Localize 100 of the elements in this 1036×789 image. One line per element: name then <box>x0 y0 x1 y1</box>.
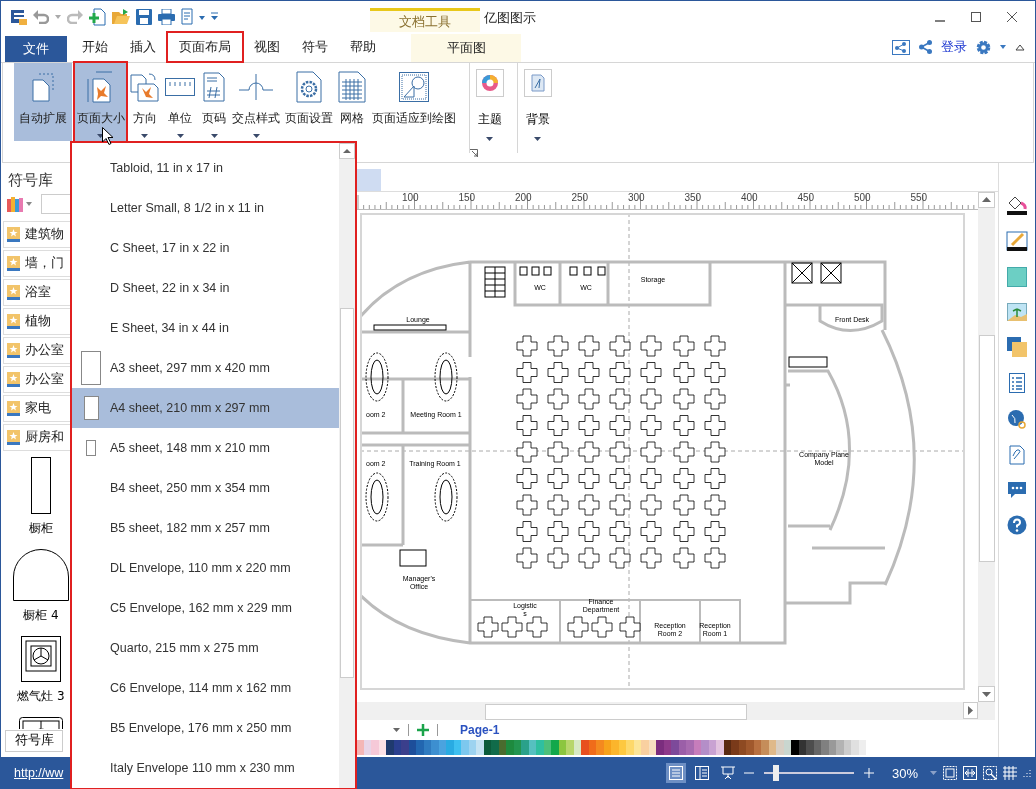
slider-thumb[interactable] <box>772 765 779 781</box>
fit-width-icon[interactable] <box>963 766 977 780</box>
page-size-option[interactable]: Tabloid, 11 in x 17 in <box>72 148 339 188</box>
open-folder-icon[interactable] <box>112 8 130 25</box>
color-swatch[interactable] <box>776 740 784 755</box>
color-swatch[interactable] <box>468 740 476 755</box>
menu-tab[interactable]: 开始 <box>71 34 119 60</box>
save-icon[interactable] <box>136 8 152 25</box>
color-swatch[interactable] <box>618 740 626 755</box>
menu-scrollbar[interactable] <box>339 143 355 788</box>
color-swatch[interactable] <box>671 740 679 755</box>
print-icon[interactable] <box>158 8 175 25</box>
color-swatch[interactable] <box>858 740 866 755</box>
add-page-icon[interactable] <box>417 724 429 736</box>
color-swatch[interactable] <box>626 740 634 755</box>
color-swatch[interactable] <box>551 740 559 755</box>
picture-icon[interactable] <box>1007 303 1027 321</box>
grid-icon[interactable] <box>1003 766 1017 780</box>
vertical-scrollbar[interactable] <box>978 192 995 720</box>
page-size-option[interactable]: C5 Envelope, 162 mm x 229 mm <box>72 588 339 628</box>
menu-tab[interactable]: 页面布局 <box>167 32 243 62</box>
color-swatch[interactable] <box>821 740 829 755</box>
zoom-search-icon[interactable] <box>983 766 997 780</box>
color-swatch[interactable] <box>446 740 454 755</box>
page-size-option[interactable]: C Sheet, 17 in x 22 in <box>72 228 339 268</box>
ribbon-button[interactable]: 背景 <box>517 63 557 153</box>
scrollbar-thumb[interactable] <box>340 308 354 678</box>
color-swatch[interactable] <box>431 740 439 755</box>
color-swatch[interactable] <box>678 740 686 755</box>
ribbon-button[interactable]: 交点样式 <box>231 63 281 141</box>
share-icon[interactable] <box>919 40 932 54</box>
color-swatch[interactable] <box>588 740 596 755</box>
color-swatch[interactable] <box>581 740 589 755</box>
horizontal-scrollbar[interactable] <box>356 702 978 720</box>
color-swatch[interactable] <box>851 740 859 755</box>
library-books-icon[interactable] <box>7 196 23 212</box>
page-size-option[interactable]: B5 Envelope, 176 mm x 250 mm <box>72 708 339 748</box>
scrollbar-thumb[interactable] <box>979 335 995 562</box>
color-swatch[interactable] <box>596 740 604 755</box>
color-swatch[interactable] <box>498 740 506 755</box>
caret-icon[interactable] <box>26 202 32 206</box>
zoom-in-icon[interactable] <box>863 768 874 778</box>
customize-toolbar-icon[interactable] <box>211 12 218 21</box>
color-swatch[interactable] <box>356 740 364 755</box>
ribbon-button[interactable]: 页面适应到绘图 <box>370 63 458 141</box>
menu-tab[interactable]: 帮助 <box>339 34 387 60</box>
ribbon-button[interactable]: 页面设置 <box>284 63 334 141</box>
scrollbar-thumb[interactable] <box>485 704 747 720</box>
color-swatch[interactable] <box>453 740 461 755</box>
undo-icon[interactable] <box>33 9 49 24</box>
website-link[interactable]: http://ww <box>14 766 64 780</box>
caret-icon[interactable] <box>930 771 937 775</box>
color-swatch[interactable] <box>363 740 371 755</box>
color-swatch[interactable] <box>813 740 821 755</box>
menu-tab[interactable]: 视图 <box>243 34 291 60</box>
page-size-option[interactable]: E Sheet, 34 in x 44 in <box>72 308 339 348</box>
page-size-option[interactable]: B4 sheet, 250 mm x 354 mm <box>72 468 339 508</box>
page-size-option[interactable]: A4 sheet, 210 mm x 297 mm <box>72 388 339 428</box>
color-swatch[interactable] <box>528 740 536 755</box>
ribbon-button[interactable]: 单位 <box>163 63 197 141</box>
login-link[interactable]: 登录 <box>941 38 967 56</box>
settings-icon[interactable] <box>976 39 991 55</box>
cabinet-shape[interactable] <box>13 549 69 601</box>
close-icon[interactable] <box>1007 11 1017 22</box>
page-size-option[interactable]: A5 sheet, 148 mm x 210 mm <box>72 428 339 468</box>
color-swatch[interactable] <box>506 740 514 755</box>
color-swatch[interactable] <box>408 740 416 755</box>
fit-page-icon[interactable] <box>943 766 957 780</box>
collapse-ribbon-icon[interactable] <box>1015 43 1025 51</box>
color-swatch[interactable] <box>746 740 754 755</box>
help-icon[interactable] <box>1007 515 1027 535</box>
layers-icon[interactable] <box>1007 337 1027 357</box>
color-swatch[interactable] <box>753 740 761 755</box>
app-logo-icon[interactable] <box>11 8 27 25</box>
color-swatch[interactable] <box>566 740 574 755</box>
page-size-option[interactable]: DL Envelope, 110 mm x 220 mm <box>72 548 339 588</box>
color-swatch[interactable] <box>686 740 694 755</box>
color-swatch[interactable] <box>378 740 386 755</box>
ribbon-button[interactable]: 网格 <box>337 63 367 141</box>
document-export-icon[interactable] <box>181 8 205 25</box>
page-size-option[interactable]: Italy Envelope 110 mm x 230 mm <box>72 748 339 788</box>
caret-icon[interactable] <box>393 728 400 732</box>
scroll-down-icon[interactable] <box>978 686 995 702</box>
color-swatch[interactable] <box>483 740 491 755</box>
color-swatch[interactable] <box>783 740 791 755</box>
caret-icon[interactable] <box>1000 45 1006 49</box>
scroll-up-icon[interactable] <box>339 143 355 159</box>
page-size-option[interactable]: C6 Envelope, 114 mm x 162 mm <box>72 668 339 708</box>
page-size-option[interactable]: B5 sheet, 182 mm x 257 mm <box>72 508 339 548</box>
color-swatch[interactable] <box>656 740 664 755</box>
attachment-icon[interactable] <box>1009 445 1025 465</box>
color-swatch[interactable] <box>393 740 401 755</box>
color-swatch[interactable] <box>761 740 769 755</box>
globe-link-icon[interactable] <box>1007 409 1027 429</box>
color-swatch[interactable] <box>603 740 611 755</box>
page-size-option[interactable]: Letter Small, 8 1/2 in x 11 in <box>72 188 339 228</box>
color-swatch[interactable] <box>791 740 799 755</box>
color-swatch[interactable] <box>611 740 619 755</box>
page-tab[interactable]: Page-1 <box>460 723 500 737</box>
maximize-icon[interactable] <box>971 11 981 22</box>
